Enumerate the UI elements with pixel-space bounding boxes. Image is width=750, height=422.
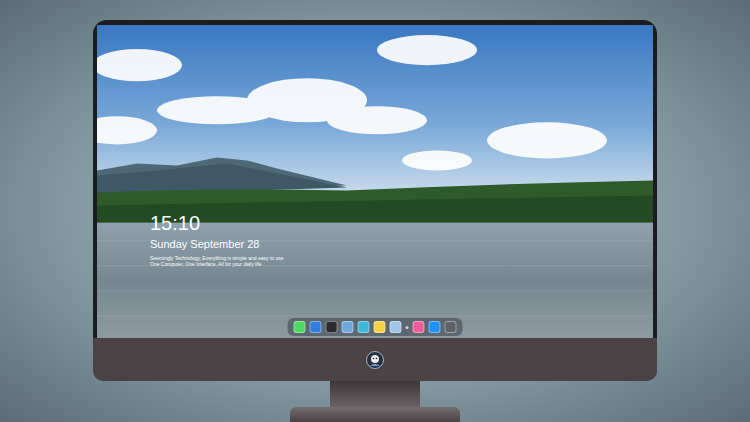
caption: Seemingly Technology, Everything is simp… xyxy=(150,255,284,261)
dock-app-icon[interactable] xyxy=(310,321,322,333)
dock-app-icon[interactable] xyxy=(358,321,370,333)
dock-app-icon[interactable] xyxy=(390,321,402,333)
dock xyxy=(288,318,463,336)
screen: 15:10 Sunday September 28 Seemingly Techno… xyxy=(97,25,653,338)
monitor-base xyxy=(290,407,460,422)
dock-app-icon[interactable] xyxy=(429,321,441,333)
brand-logo-icon xyxy=(366,351,384,369)
time: 15:10 xyxy=(150,212,284,234)
dock-app-icon[interactable] xyxy=(342,321,354,333)
lock-clock: 15:10 Sunday September 28 Seemingly Techno… xyxy=(150,212,284,267)
dock-app-icon[interactable] xyxy=(445,321,457,333)
caption: One Computer, One Interface, All for you… xyxy=(150,261,284,267)
monitor: 15:10 Sunday September 28 Seemingly Techno… xyxy=(93,20,657,381)
captions: Seemingly Technology, Everything is simp… xyxy=(150,255,284,267)
desktop-mockup: 15:10 Sunday September 28 Seemingly Techno… xyxy=(0,0,750,422)
dock-app-icon[interactable] xyxy=(413,321,425,333)
monitor-chin xyxy=(93,338,657,381)
dock-app-icon[interactable] xyxy=(294,321,306,333)
dock-separator xyxy=(406,326,409,329)
wallpaper xyxy=(97,25,653,338)
dock-app-icon[interactable] xyxy=(326,321,338,333)
screen-frame: 15:10 Sunday September 28 Seemingly Techno… xyxy=(93,20,657,338)
dock-app-icon[interactable] xyxy=(374,321,386,333)
monitor-neck xyxy=(330,381,420,407)
date: Sunday September 28 xyxy=(150,237,284,251)
